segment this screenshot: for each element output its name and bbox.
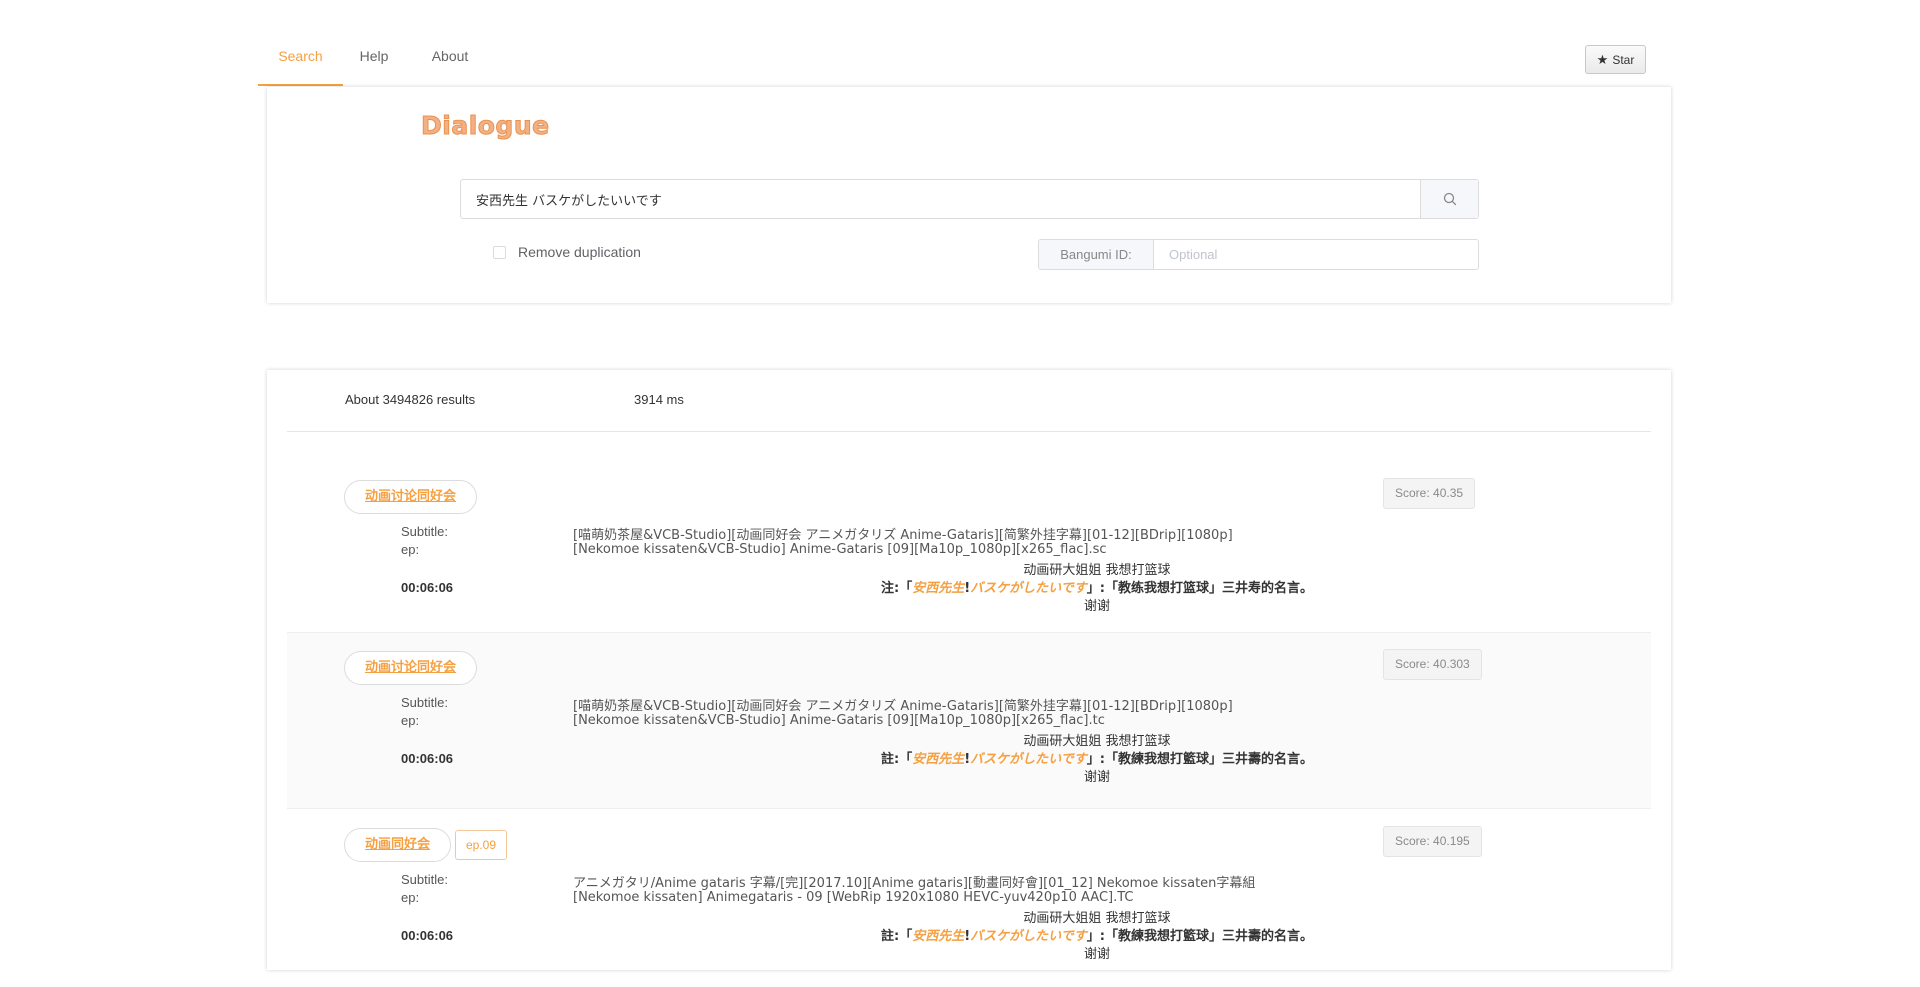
ep-value: [Nekomoe kissaten&VCB-Studio] Anime-Gata… <box>573 713 1105 728</box>
bangumi-id-label: Bangumi ID: <box>1039 240 1154 269</box>
dialogue-line: 动画研大姐姐 我想打篮球 <box>1023 911 1171 926</box>
logo: Dialogue <box>421 111 550 141</box>
score-badge: Score: 40.303 <box>1383 649 1482 680</box>
dialogue-line: 註:「安西先生!バスケがしたいです」:「教練我想打籃球」三井壽的名言。 <box>881 929 1313 944</box>
bangumi-id-group: Bangumi ID: <box>1038 239 1479 270</box>
results-time: 3914 ms <box>634 392 684 407</box>
ep-label: ep: <box>401 890 420 905</box>
subtitle-label: Subtitle: <box>401 695 448 710</box>
ep-value: [Nekomoe kissaten] Animegataris - 09 [We… <box>573 890 1134 905</box>
ep-value: [Nekomoe kissaten&VCB-Studio] Anime-Gata… <box>573 542 1107 557</box>
star-icon: ★ <box>1596 52 1609 67</box>
subtitle-value: [喵萌奶茶屋&VCB-Studio][动画同好会 アニメガタリズ Anime-G… <box>573 699 1233 714</box>
search-icon <box>1443 192 1456 206</box>
dialogue-text: 动画研大姐姐 我想打篮球 注:「安西先生!バスケがしたいです」:「教练我想打篮球… <box>687 562 1507 616</box>
highlight: バスケがしたいです <box>970 581 1087 596</box>
timestamp: 00:06:06 <box>401 580 454 595</box>
highlight: バスケがしたいです <box>970 752 1087 767</box>
tab-help[interactable]: Help <box>354 30 394 86</box>
ep-badge[interactable]: ep.09 <box>455 830 508 860</box>
result-item: 动画讨论同好会 Score: 40.35 Subtitle: [喵萌奶茶屋&VC… <box>287 462 1651 639</box>
highlight: 安西先生 <box>912 581 965 596</box>
subtitle-value: [喵萌奶茶屋&VCB-Studio][动画同好会 アニメガタリズ Anime-G… <box>573 528 1233 543</box>
result-item: 动画同好会 ep.09 Score: 40.195 Subtitle: アニメガ… <box>287 810 1651 987</box>
search-card: Dialogue Remove duplication Bangumi ID: <box>267 87 1671 303</box>
highlight: 安西先生 <box>912 752 965 767</box>
dialogue-line: 动画研大姐姐 我想打篮球 <box>1023 563 1171 578</box>
dialogue-text: 动画研大姐姐 我想打篮球 註:「安西先生!バスケがしたいです」:「教練我想打籃球… <box>687 733 1507 787</box>
timestamp: 00:06:06 <box>401 928 454 943</box>
dialogue-line: 注:「安西先生!バスケがしたいです」:「教练我想打篮球」三井寿的名言。 <box>881 581 1313 596</box>
dialogue-line: 动画研大姐姐 我想打篮球 <box>1023 734 1171 749</box>
anime-link[interactable]: 动画讨论同好会 <box>344 651 478 685</box>
dialogue-line: 谢谢 <box>1083 770 1110 785</box>
result-item: 动画讨论同好会 Score: 40.303 Subtitle: [喵萌奶茶屋&V… <box>287 632 1651 809</box>
anime-link[interactable]: 动画讨论同好会 <box>344 480 478 514</box>
dedupe-option[interactable]: Remove duplication <box>493 244 641 260</box>
subtitle-label: Subtitle: <box>401 872 448 887</box>
search-button[interactable] <box>1420 180 1478 218</box>
dedupe-label: Remove duplication <box>518 244 641 260</box>
search-box <box>460 179 1479 219</box>
dialogue-line: 谢谢 <box>1083 599 1110 614</box>
score-badge: Score: 40.195 <box>1383 826 1482 857</box>
ep-label: ep: <box>401 713 420 728</box>
star-button[interactable]: ★ Star <box>1585 45 1646 74</box>
subtitle-value: アニメガタリ/Anime gataris 字幕/[完][2017.10][Ani… <box>573 876 1256 891</box>
dialogue-line: 註:「安西先生!バスケがしたいです」:「教練我想打籃球」三井壽的名言。 <box>881 752 1313 767</box>
top-nav: Search Help About ★ Star <box>258 30 1658 87</box>
dialogue-line: 谢谢 <box>1083 947 1110 962</box>
star-button-label: Star <box>1612 52 1635 67</box>
anime-link[interactable]: 动画同好会 <box>344 828 452 862</box>
search-input[interactable] <box>461 180 1420 218</box>
results-divider <box>287 431 1651 432</box>
score-badge: Score: 40.35 <box>1383 478 1476 509</box>
tab-search[interactable]: Search <box>258 30 343 86</box>
dedupe-checkbox[interactable] <box>493 245 506 259</box>
results-count: About 3494826 results <box>345 392 476 407</box>
dialogue-text: 动画研大姐姐 我想打篮球 註:「安西先生!バスケがしたいです」:「教練我想打籃球… <box>687 910 1507 964</box>
bangumi-id-input[interactable] <box>1154 240 1478 269</box>
highlight: バスケがしたいです <box>970 929 1087 944</box>
highlight: 安西先生 <box>912 929 965 944</box>
results-card: About 3494826 results 3914 ms 动画讨论同好会 Sc… <box>267 370 1671 970</box>
timestamp: 00:06:06 <box>401 751 454 766</box>
tab-about[interactable]: About <box>425 30 475 86</box>
subtitle-label: Subtitle: <box>401 524 448 539</box>
ep-label: ep: <box>401 542 420 557</box>
